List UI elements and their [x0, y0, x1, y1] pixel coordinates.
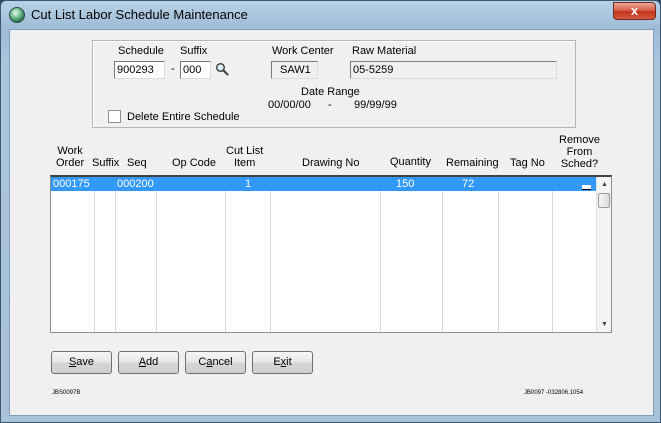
work-center-label: Work Center	[272, 45, 334, 57]
col-work-order-line2: Order	[56, 157, 85, 169]
grid-column-divider	[94, 177, 95, 332]
date-to: 99/99/99	[354, 99, 397, 111]
work-center-field: SAW1	[271, 61, 318, 79]
date-from: 00/00/00	[268, 99, 311, 111]
col-remove-line1: Remove	[559, 134, 600, 146]
col-op-code: Op Code	[172, 157, 217, 169]
col-cut-list-item-line2: Item	[233, 157, 256, 169]
raw-material-field: 05-5259	[350, 61, 557, 79]
col-quantity: Quantity	[390, 156, 431, 168]
save-button[interactable]: Save	[51, 351, 112, 374]
col-tag-no: Tag No	[510, 157, 545, 169]
close-button[interactable]: x	[613, 2, 656, 20]
schedule-input[interactable]: 900293	[114, 61, 165, 79]
add-label: dd	[146, 356, 159, 368]
grid-column-divider	[156, 177, 157, 332]
close-icon: x	[630, 3, 639, 18]
form-body: Schedule 900293 - Suffix 000 Work Center…	[9, 29, 654, 416]
scroll-down-icon[interactable]: ▼	[597, 318, 611, 332]
schedule-header-group: Schedule 900293 - Suffix 000 Work Center…	[92, 40, 576, 128]
col-work-order-line1: Work	[57, 145, 83, 157]
form-code: JBS0097B	[52, 390, 81, 396]
schedule-dash: -	[171, 63, 175, 75]
col-work-order: Work Order	[56, 145, 84, 169]
cell-seq: 000200	[117, 178, 154, 190]
date-range-label: Date Range	[301, 86, 360, 98]
delete-schedule-checkbox[interactable]	[108, 110, 121, 123]
col-remove-line3: Sched?	[560, 158, 599, 170]
grid-vertical-scrollbar[interactable]: ▲ ▼	[596, 177, 611, 332]
grid-column-divider	[225, 177, 226, 332]
col-remove-line2: From	[566, 146, 593, 158]
table-row[interactable]: 000175 000200 1 150 72	[51, 177, 596, 191]
scroll-thumb[interactable]	[598, 193, 610, 208]
suffix-label: Suffix	[180, 45, 208, 57]
cancel-label: ncel	[212, 356, 233, 368]
delete-schedule-label: Delete Entire Schedule	[127, 111, 240, 123]
labor-schedule-grid[interactable]: 000175 000200 1 150 72 ▲ ▼	[50, 175, 612, 333]
grid-column-divider	[442, 177, 443, 332]
col-drawing-no: Drawing No	[302, 157, 360, 169]
grid-column-divider	[270, 177, 271, 332]
cell-remaining: 72	[462, 178, 475, 190]
cancel-button[interactable]: Cancel	[185, 351, 246, 374]
schedule-label: Schedule	[118, 45, 164, 57]
app-icon	[9, 7, 25, 23]
window-title: Cut List Labor Schedule Maintenance	[31, 7, 248, 22]
title-bar[interactable]: Cut List Labor Schedule Maintenance x	[1, 1, 660, 29]
save-label: ave	[76, 356, 95, 368]
remove-edit-box[interactable]	[582, 185, 591, 190]
grid-column-divider	[552, 177, 553, 332]
search-icon[interactable]	[215, 62, 229, 76]
add-hotkey: A	[138, 356, 147, 368]
add-button[interactable]: Add	[118, 351, 179, 374]
app-window: Cut List Labor Schedule Maintenance x Sc…	[0, 0, 661, 423]
grid-column-divider	[498, 177, 499, 332]
col-cut-list-item-line1: Cut List	[226, 145, 264, 157]
col-remaining: Remaining	[446, 157, 499, 169]
suffix-input[interactable]: 000	[180, 61, 211, 79]
col-suffix: Suffix	[92, 157, 120, 169]
exit-label-pre: E	[273, 356, 281, 368]
grid-column-divider	[115, 177, 116, 332]
raw-material-label: Raw Material	[352, 45, 417, 57]
col-remove-from-sched: Remove From Sched?	[559, 134, 600, 170]
date-separator: -	[328, 99, 332, 111]
cell-work-order: 000175	[53, 178, 90, 190]
cell-quantity: 150	[396, 178, 415, 190]
exit-label: it	[286, 356, 292, 368]
cell-cut-list-item: 1	[245, 178, 252, 190]
col-seq: Seq	[127, 157, 147, 169]
scroll-up-icon[interactable]: ▲	[597, 178, 611, 192]
col-cut-list-item: Cut List Item	[226, 145, 263, 169]
grid-column-divider	[380, 177, 381, 332]
version-code: JB0097 -032806.1054	[524, 390, 584, 396]
exit-button[interactable]: Exit	[252, 351, 313, 374]
